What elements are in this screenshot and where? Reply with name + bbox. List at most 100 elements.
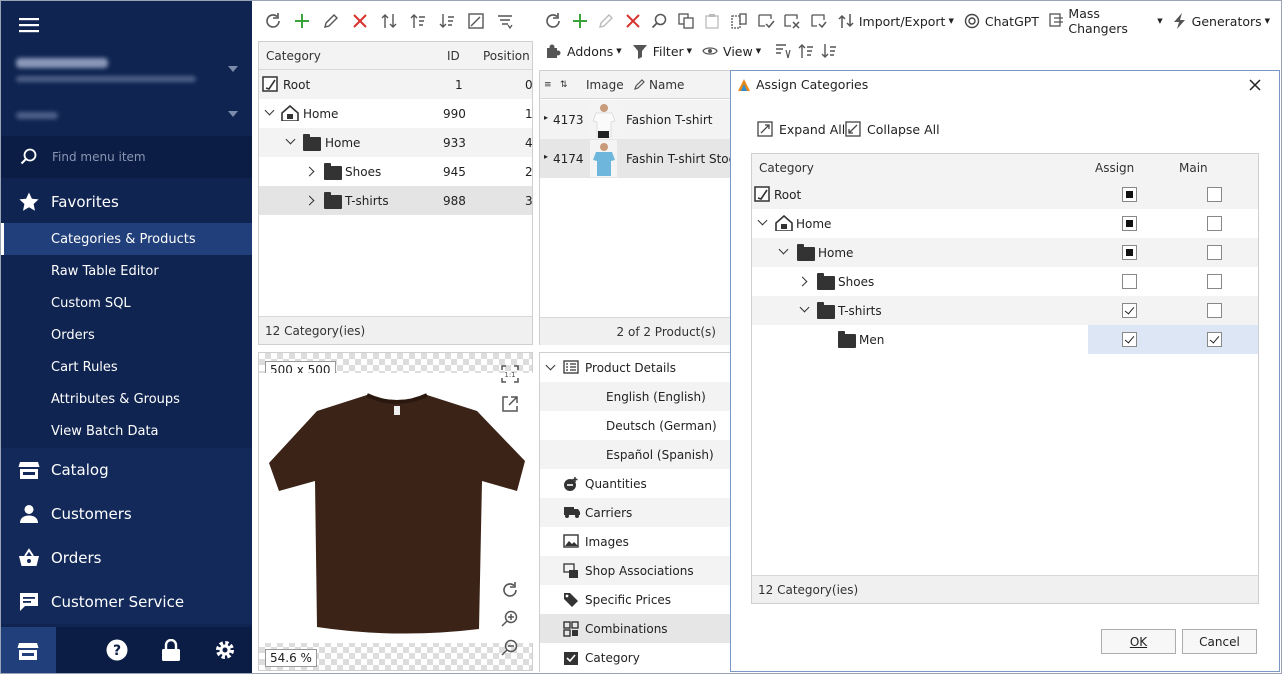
category-row-tshirts[interactable]: T-shirts 988 3 [259, 186, 533, 215]
sidebar-item-orders[interactable]: Orders [0, 319, 252, 351]
sort-icon[interactable] [374, 7, 403, 35]
assign-checkbox[interactable] [1122, 332, 1137, 347]
edit-icon[interactable] [593, 7, 620, 35]
sidebar-section-customers[interactable]: Customers [0, 492, 252, 536]
language-english[interactable]: English (English) [540, 382, 730, 411]
move-up-icon[interactable] [403, 7, 432, 35]
product-row[interactable]: ▸ 4173 Fashion T-shirt [540, 100, 732, 139]
main-checkbox[interactable] [1207, 303, 1222, 318]
category-row-home[interactable]: Home 990 1 [259, 99, 533, 128]
detail-specific-prices[interactable]: Specific Prices [540, 585, 730, 614]
language-german[interactable]: Deutsch (German) [540, 411, 730, 440]
assign-checkbox[interactable] [1122, 274, 1137, 289]
chevron-down-icon[interactable] [757, 215, 768, 226]
move-down-icon[interactable] [817, 37, 840, 65]
expand-all-button[interactable]: Expand All [757, 121, 845, 137]
detail-carriers[interactable]: Carriers [540, 498, 730, 527]
column-header-category[interactable]: Category [759, 161, 814, 175]
main-checkbox[interactable] [1207, 187, 1222, 202]
assign-checkbox[interactable] [1122, 303, 1137, 318]
assign-checkbox[interactable] [1122, 187, 1137, 202]
chevron-down-icon[interactable] [799, 302, 810, 313]
mass-changers-menu[interactable]: Mass Changers ▼ [1049, 6, 1163, 36]
main-checkbox[interactable] [1207, 274, 1222, 289]
search-icon[interactable] [646, 7, 673, 35]
store-icon[interactable] [0, 627, 56, 674]
assign-checkbox[interactable] [1122, 245, 1137, 260]
lock-icon[interactable] [161, 639, 181, 661]
detail-combinations[interactable]: Combinations [540, 614, 730, 643]
assign-row-tshirts[interactable]: T-shirts [752, 296, 1258, 325]
gear-icon[interactable] [214, 639, 236, 661]
product-row[interactable]: ▸ 4174 Fashin T-shirt Stock [540, 139, 742, 178]
assign-row-home[interactable]: Home [752, 209, 1258, 238]
menu-search[interactable]: Find menu item [0, 136, 252, 178]
zoom-in-icon[interactable] [501, 610, 519, 628]
column-header-assign[interactable]: Assign [1095, 161, 1134, 175]
duplicate-icon[interactable] [726, 7, 753, 35]
column-header-image[interactable]: Image [586, 78, 624, 92]
sidebar-favorites[interactable]: Favorites [0, 180, 252, 224]
collapse-all-button[interactable]: Collapse All [845, 121, 940, 137]
refresh-icon[interactable] [258, 7, 287, 35]
chevron-down-icon[interactable] [545, 360, 556, 371]
assign-row-root[interactable]: Root [752, 180, 1258, 209]
sidebar-section-orders[interactable]: Orders [0, 536, 252, 580]
search-input[interactable]: Find menu item [52, 150, 146, 164]
edit-icon[interactable] [316, 7, 345, 35]
language-spanish[interactable]: Español (Spanish) [540, 440, 730, 469]
chevron-down-icon[interactable] [778, 244, 789, 255]
expand-icon[interactable]: ▸ [544, 113, 548, 122]
column-header-main[interactable]: Main [1179, 161, 1208, 175]
column-header-name[interactable]: Name [649, 78, 684, 92]
sidebar-item-attributes-groups[interactable]: Attributes & Groups [0, 383, 252, 415]
chevron-right-icon[interactable] [797, 276, 808, 287]
delete-icon[interactable] [620, 7, 647, 35]
assign-row-shoes[interactable]: Shoes [752, 267, 1258, 296]
move-up-icon[interactable] [794, 37, 817, 65]
chevron-down-icon[interactable] [264, 105, 275, 116]
detail-quantities[interactable]: Quantities [540, 469, 730, 498]
copy-icon[interactable] [673, 7, 700, 35]
shop-name-blurred[interactable] [16, 112, 58, 119]
chatgpt-button[interactable]: ChatGPT [964, 13, 1039, 29]
help-icon[interactable]: ? [106, 639, 128, 661]
category-row-home-sub[interactable]: Home 933 4 [259, 128, 533, 157]
main-checkbox[interactable] [1207, 245, 1222, 260]
cancel-button[interactable]: Cancel [1182, 629, 1257, 654]
addons-menu[interactable]: Addons ▼ [546, 43, 622, 59]
sidebar-section-catalog[interactable]: Catalog [0, 448, 252, 492]
add-icon[interactable] [567, 7, 594, 35]
sidebar-item-custom-sql[interactable]: Custom SQL [0, 287, 252, 319]
zoom-out-icon[interactable] [501, 639, 519, 657]
ok-button[interactable]: OK [1101, 629, 1176, 654]
menu-icon[interactable] [18, 14, 40, 36]
sidebar-item-raw-table-editor[interactable]: Raw Table Editor [0, 255, 252, 287]
sidebar-item-view-batch-data[interactable]: View Batch Data [0, 415, 252, 447]
refresh-icon[interactable] [540, 7, 567, 35]
sidebar-item-cart-rules[interactable]: Cart Rules [0, 351, 252, 383]
add-icon[interactable] [287, 7, 316, 35]
category-row-shoes[interactable]: Shoes 945 2 [259, 157, 533, 186]
chevron-down-icon[interactable] [228, 66, 238, 72]
chevron-down-icon[interactable] [285, 134, 296, 145]
chevron-right-icon[interactable] [304, 195, 315, 206]
close-icon[interactable] [1249, 79, 1261, 91]
unassign-icon[interactable] [779, 7, 806, 35]
sidebar-section-customer-service[interactable]: Customer Service [0, 580, 252, 624]
paste-icon[interactable] [699, 7, 726, 35]
detail-images[interactable]: Images [540, 527, 730, 556]
generators-menu[interactable]: Generators ▼ [1173, 13, 1270, 29]
move-down-icon[interactable] [432, 7, 461, 35]
import-export-menu[interactable]: Import/Export ▼ [838, 13, 954, 29]
detail-category[interactable]: Category [540, 643, 730, 672]
expand-icon[interactable]: ▸ [544, 152, 548, 161]
sort-alpha-icon[interactable] [771, 37, 794, 65]
category-row-root[interactable]: Root 1 0 [259, 70, 533, 99]
rotate-icon[interactable] [501, 581, 519, 599]
main-checkbox[interactable] [1207, 332, 1222, 347]
column-header-id[interactable]: ID [447, 49, 460, 63]
check-list-icon[interactable] [805, 7, 832, 35]
sidebar-item-categories-products[interactable]: Categories & Products [0, 223, 252, 255]
chevron-down-icon[interactable] [228, 111, 238, 117]
